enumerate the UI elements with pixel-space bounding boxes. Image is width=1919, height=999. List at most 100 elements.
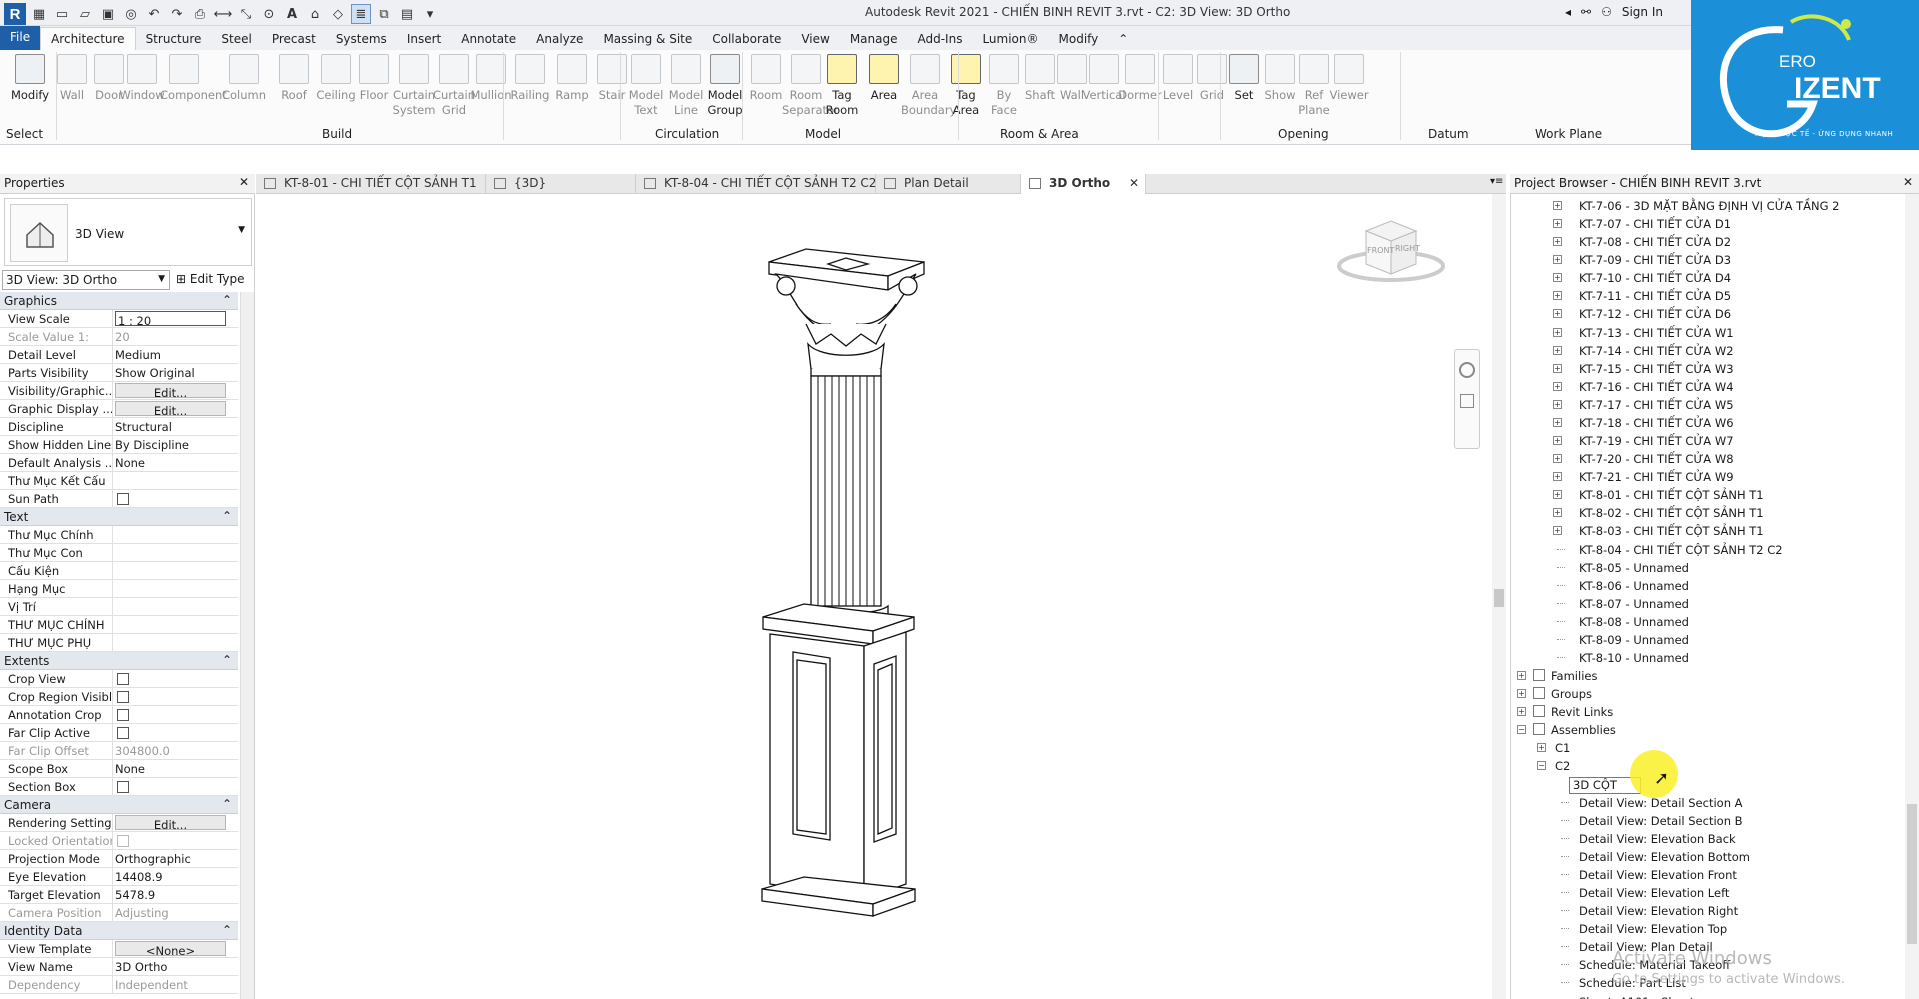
property-value[interactable]: None — [113, 760, 238, 777]
browser-scrollbar[interactable] — [1905, 194, 1919, 999]
expand-icon[interactable]: + — [1553, 219, 1562, 229]
property-row[interactable]: Crop Region Visible — [0, 688, 238, 706]
checkbox[interactable] — [117, 727, 129, 739]
sheet-item[interactable]: KT-8-06 - Unnamed — [1579, 579, 1689, 593]
sheet-item[interactable]: KT-7-15 - CHI TIẾT CỬA W3 — [1579, 362, 1734, 376]
expand-icon[interactable]: + — [1553, 273, 1562, 283]
sheet-item[interactable]: KT-8-01 - CHI TIẾT CỘT SẢNH T1 — [1579, 488, 1764, 502]
sheet-item[interactable]: KT-7-07 - CHI TIẾT CỬA D1 — [1579, 217, 1731, 231]
property-value[interactable] — [113, 544, 238, 561]
browser-node[interactable]: Families — [1551, 669, 1597, 683]
scroll-thumb[interactable] — [1907, 804, 1917, 944]
tag-icon[interactable]: ⊙ — [259, 4, 279, 24]
assembly-view-item[interactable]: Detail View: Elevation Right — [1579, 904, 1738, 918]
property-value[interactable] — [113, 580, 238, 597]
collapse-icon[interactable]: ⌃ — [222, 797, 232, 811]
dimension-icon[interactable]: ⤡ — [236, 4, 256, 24]
expand-icon[interactable]: + — [1553, 436, 1562, 446]
sheet-item[interactable]: KT-7-09 - CHI TIẾT CỬA D3 — [1579, 253, 1731, 267]
property-value[interactable]: Edit... — [115, 815, 226, 830]
sheet-item[interactable]: KT-7-08 - CHI TIẾT CỬA D2 — [1579, 235, 1731, 249]
property-value[interactable]: Orthographic — [113, 850, 238, 867]
ribbon-minimize-icon[interactable]: ⌃ — [1108, 28, 1138, 50]
property-row[interactable]: Scope Box None — [0, 760, 238, 778]
property-value[interactable] — [113, 472, 238, 489]
ribbon-tab[interactable]: Add-Ins — [907, 28, 972, 50]
expand-icon[interactable]: + — [1553, 237, 1562, 247]
property-row[interactable]: Detail Level Medium — [0, 346, 238, 364]
property-value[interactable] — [113, 526, 238, 543]
sheet-item[interactable]: KT-7-18 - CHI TIẾT CỬA W6 — [1579, 416, 1734, 430]
property-value[interactable]: Edit... — [115, 401, 226, 416]
view-tab[interactable]: KT-8-01 - CHI TIẾT CỘT SẢNH T1 — [256, 174, 486, 194]
assembly-view-item[interactable]: Detail View: Elevation Left — [1579, 886, 1729, 900]
sheet-item[interactable]: KT-7-21 - CHI TIẾT CỬA W9 — [1579, 470, 1734, 484]
customize-qat-icon[interactable]: ▾ — [420, 4, 440, 24]
property-value[interactable]: None — [113, 454, 238, 471]
expand-icon[interactable]: + — [1553, 472, 1562, 482]
collapse-icon[interactable]: ⌃ — [222, 923, 232, 937]
expand-icon[interactable]: + — [1553, 291, 1562, 301]
ribbon-tab[interactable]: Analyze — [526, 28, 593, 50]
expand-icon[interactable]: − — [1537, 761, 1546, 771]
thin-lines-icon[interactable]: ≣ — [351, 4, 371, 24]
sheet-item[interactable]: KT-7-13 - CHI TIẾT CỬA W1 — [1579, 326, 1734, 340]
property-value[interactable] — [113, 562, 238, 579]
expand-icon[interactable]: + — [1553, 526, 1562, 536]
property-group-header[interactable]: Camera ⌃ — [0, 796, 238, 814]
checkbox[interactable] — [117, 691, 129, 703]
chevron-down-icon[interactable]: ▼ — [238, 225, 245, 235]
switch-windows-icon[interactable]: ▤ — [397, 4, 417, 24]
open-icon[interactable]: ▭ — [52, 4, 72, 24]
property-value[interactable]: <None> — [115, 941, 226, 956]
measure-icon[interactable]: ⟷ — [213, 4, 233, 24]
assembly-view-item[interactable]: Detail View: Elevation Top — [1579, 922, 1727, 936]
property-value[interactable]: 5478.9 — [113, 886, 238, 903]
ribbon-tool[interactable]: Tag Room — [818, 54, 866, 118]
property-row[interactable]: Default Analysis ... None — [0, 454, 238, 472]
view-3d-icon[interactable]: ⌂ — [305, 4, 325, 24]
property-value[interactable]: 3D Ortho — [113, 958, 238, 975]
sheet-item[interactable]: KT-7-19 - CHI TIẾT CỬA W7 — [1579, 434, 1734, 448]
view-tab[interactable]: {3D} — [486, 174, 636, 194]
property-row[interactable]: Thư Mục Chính — [0, 526, 238, 544]
expand-icon[interactable]: + — [1553, 345, 1562, 355]
ribbon-tab[interactable]: Systems — [326, 28, 397, 50]
assembly-node[interactable]: C1 — [1555, 741, 1570, 755]
sheet-item[interactable]: KT-8-05 - Unnamed — [1579, 561, 1689, 575]
property-row[interactable]: Discipline Structural — [0, 418, 238, 436]
column-3d-model[interactable] — [256, 194, 1492, 999]
properties-scrollbar[interactable] — [240, 292, 254, 999]
expand-icon[interactable]: + — [1553, 417, 1562, 427]
property-group-header[interactable]: Extents ⌃ — [0, 652, 238, 670]
property-value[interactable]: Show Original — [113, 364, 238, 381]
property-row[interactable]: Annotation Crop — [0, 706, 238, 724]
property-row[interactable]: Rendering Settings Edit... — [0, 814, 238, 832]
sheet-item[interactable]: KT-7-16 - CHI TIẾT CỬA W4 — [1579, 380, 1734, 394]
property-row[interactable]: Vị Trí — [0, 598, 238, 616]
property-row[interactable]: Eye Elevation 14408.9 — [0, 868, 238, 886]
ribbon-tab[interactable]: Lumion® — [972, 28, 1048, 50]
sheet-item[interactable]: KT-7-06 - 3D MẶT BẰNG ĐỊNH VỊ CỬA TẦNG 2 — [1579, 199, 1839, 213]
collapse-icon[interactable]: ⌃ — [222, 509, 232, 523]
property-value[interactable]: 14408.9 — [113, 868, 238, 885]
property-value[interactable] — [113, 670, 238, 687]
property-row[interactable]: View Scale 1 : 20 — [0, 310, 238, 328]
ribbon-tab[interactable]: Structure — [136, 28, 212, 50]
checkbox[interactable] — [117, 673, 129, 685]
expand-icon[interactable]: + — [1553, 454, 1562, 464]
close-icon[interactable]: ✕ — [239, 175, 249, 189]
property-group-header[interactable]: Identity Data ⌃ — [0, 922, 238, 940]
expand-icon[interactable]: + — [1537, 743, 1546, 753]
undo-icon[interactable]: ↶ — [144, 4, 164, 24]
property-value[interactable] — [113, 634, 238, 651]
sheet-item[interactable]: KT-8-10 - Unnamed — [1579, 651, 1689, 665]
sheet-item[interactable]: KT-7-20 - CHI TIẾT CỬA W8 — [1579, 452, 1734, 466]
property-value[interactable]: Structural — [113, 418, 238, 435]
ribbon-tool[interactable]: Modify — [6, 54, 54, 103]
sheet-item[interactable]: KT-7-11 - CHI TIẾT CỬA D5 — [1579, 289, 1731, 303]
property-row[interactable]: THƯ MỤC CHÍNH — [0, 616, 238, 634]
property-row[interactable]: Far Clip Active — [0, 724, 238, 742]
property-row[interactable]: Cấu Kiện — [0, 562, 238, 580]
steering-wheel-icon[interactable] — [1459, 362, 1475, 378]
